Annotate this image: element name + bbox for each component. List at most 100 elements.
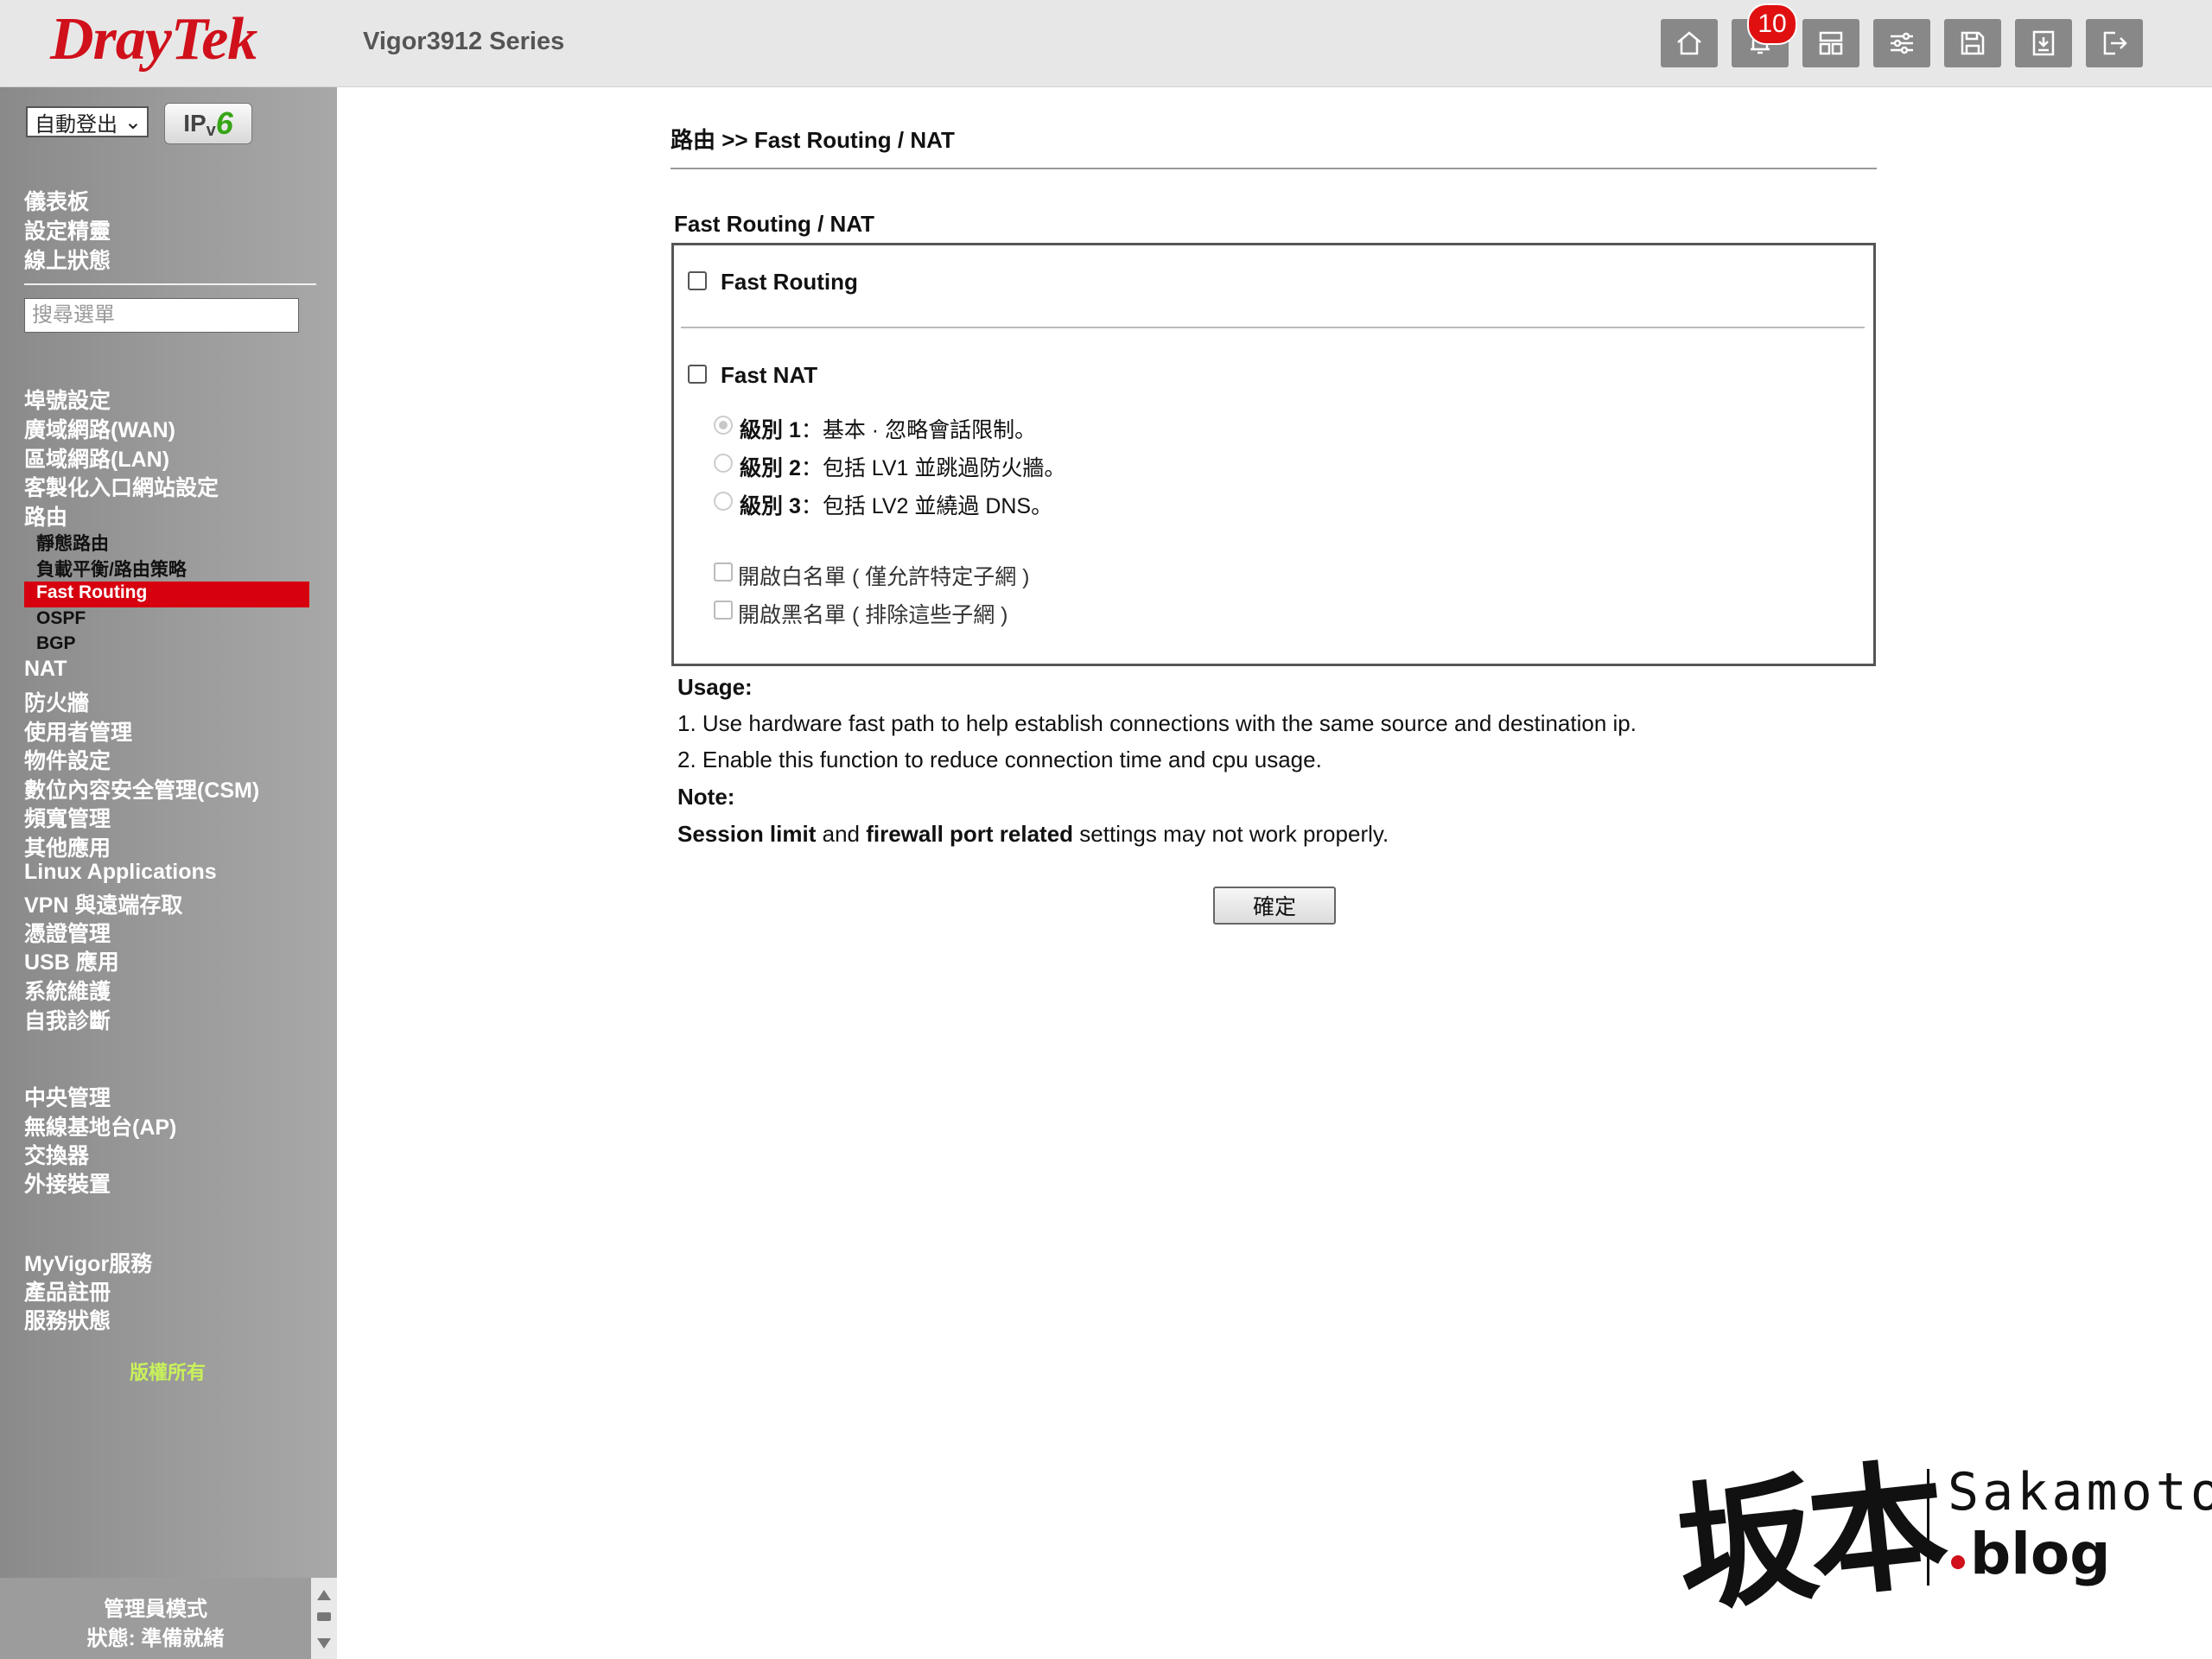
watermark-name: Sakamoto (1948, 1462, 2212, 1522)
sidebar-item-bandwidth[interactable]: 頻寬管理 (24, 802, 111, 833)
sidebar-item-applications[interactable]: 其他應用 (24, 831, 111, 862)
menu-search-input[interactable]: 搜尋選單 (24, 298, 299, 333)
draytek-logo[interactable]: DrayTek (50, 5, 257, 74)
sidebar-item-lan[interactable]: 區域網路(LAN) (24, 442, 169, 474)
sidebar-scrollbar[interactable] (311, 1578, 337, 1659)
sidebar-item-nat[interactable]: NAT (24, 657, 67, 682)
level2-desc: ：包括 LV1 並跳過防火牆。 (800, 456, 1066, 480)
save-button[interactable] (1944, 19, 2001, 67)
level3-radio[interactable] (714, 492, 733, 511)
top-header: DrayTek Vigor3912 Series 10 (0, 0, 2212, 87)
sidebar-footer: 管理員模式 狀態: 準備就緒 (0, 1578, 311, 1659)
level3-desc: ：包括 LV2 並繞過 DNS。 (800, 494, 1053, 518)
sidebar-item-diagnostics[interactable]: 自我診斷 (24, 1004, 111, 1035)
auto-logout-select[interactable]: 自動登出 ⌄ (26, 106, 149, 137)
sidebar-item-vpn[interactable]: VPN 與遠端存取 (24, 888, 182, 919)
settings-button[interactable] (1873, 19, 1930, 67)
model-name: Vigor3912 Series (363, 28, 565, 55)
scroll-up-icon[interactable] (317, 1590, 331, 1600)
sidebar-item-routing[interactable]: 路由 (24, 500, 67, 531)
copyright-link[interactable]: 版權所有 (130, 1357, 206, 1385)
fast-routing-checkbox[interactable] (688, 271, 707, 290)
backup-icon (2032, 30, 2055, 56)
note-text-2: settings may not work properly. (1073, 821, 1389, 847)
sidebar-item-online-status[interactable]: 線上狀態 (24, 244, 111, 275)
sidebar-item-central-mgmt[interactable]: 中央管理 (24, 1081, 111, 1112)
sidebar-item-portal[interactable]: 客製化入口網站設定 (24, 471, 219, 502)
sidebar-item-ap[interactable]: 無線基地台(AP) (24, 1110, 176, 1141)
home-icon (1677, 31, 1701, 55)
note-text-1: and (816, 821, 867, 847)
fast-nat-checkbox[interactable] (688, 365, 707, 384)
sidebar-item-csm[interactable]: 數位內容安全管理(CSM) (24, 773, 259, 804)
level1-desc: ：基本 · 忽略會話限制。 (800, 418, 1037, 442)
sidebar-subitem-load-balance[interactable]: 負載平衡/路由策略 (36, 556, 187, 582)
sidebar-item-wan[interactable]: 廣域網路(WAN) (24, 413, 175, 444)
logout-button[interactable] (2086, 19, 2143, 67)
logout-icon (2103, 31, 2127, 55)
usage-title: Usage: (677, 674, 753, 700)
panel-divider (681, 327, 1865, 328)
backup-button[interactable] (2015, 19, 2072, 67)
ipv6-v: v (206, 120, 216, 140)
scroll-thumb[interactable] (317, 1612, 331, 1621)
note-bold-1: Session limit (677, 821, 817, 847)
breadcrumb-divider (671, 168, 1877, 169)
usage-line-2: 2. Enable this function to reduce connec… (677, 747, 1322, 772)
sidebar-subitem-bgp[interactable]: BGP (36, 633, 76, 654)
level1-radio[interactable] (714, 416, 733, 435)
fast-nat-label: Fast NAT (721, 362, 818, 388)
watermark-blog: blog (1970, 1521, 2111, 1587)
level2-name: 級別 2 (740, 456, 801, 480)
sidebar: 自動登出 ⌄ IP v 6 儀表板 設定精靈 線上狀態 搜尋選單 埠號設定 廣域網路… (0, 87, 337, 1659)
whitelist-checkbox[interactable] (714, 563, 733, 582)
note-bold-2: firewall port related (866, 821, 1074, 847)
sidebar-divider (24, 283, 316, 285)
chevron-down-icon: ⌄ (124, 110, 142, 134)
level2-radio[interactable] (714, 454, 733, 473)
sidebar-item-users[interactable]: 使用者管理 (24, 715, 132, 747)
fast-routing-nat-panel: Fast Routing Fast NAT 級別 1：基本 · 忽略會話限制。 … (671, 243, 1876, 666)
layout-button[interactable] (1802, 19, 1859, 67)
level3-name: 級別 3 (740, 494, 801, 518)
watermark-cjk: 坂本 (1669, 1442, 1948, 1632)
breadcrumb: 路由 >> Fast Routing / NAT (671, 127, 955, 153)
auto-logout-value: 自動登出 (35, 112, 118, 137)
blacklist-label: 開啟黑名單 ( 排除這些子網 ) (738, 603, 1008, 627)
sidebar-item-objects[interactable]: 物件設定 (24, 744, 111, 775)
sidebar-subitem-fast-routing[interactable]: Fast Routing (24, 582, 309, 607)
sidebar-item-port[interactable]: 埠號設定 (24, 384, 111, 415)
notification-badge[interactable]: 10 (1747, 3, 1797, 45)
level3-label: 級別 3：包括 LV2 並繞過 DNS。 (740, 489, 1052, 520)
sidebar-item-linux-apps[interactable]: Linux Applications (24, 860, 217, 885)
note-title: Note: (677, 784, 735, 810)
sidebar-item-certificates[interactable]: 憑證管理 (24, 917, 111, 948)
sidebar-item-firewall[interactable]: 防火牆 (24, 686, 89, 717)
sidebar-item-external-devices[interactable]: 外接裝置 (24, 1167, 111, 1198)
sidebar-item-switch[interactable]: 交換器 (24, 1139, 89, 1170)
ipv6-six: 6 (215, 105, 233, 141)
sidebar-subitem-static-route[interactable]: 靜態路由 (36, 530, 109, 556)
admin-mode-label: 管理員模式 (104, 1598, 207, 1621)
sidebar-item-usb[interactable]: USB 應用 (24, 945, 119, 976)
level2-label: 級別 2：包括 LV1 並跳過防火牆。 (740, 451, 1065, 482)
note-text: Session limit and firewall port related … (677, 821, 1389, 848)
sidebar-item-wizard[interactable]: 設定精靈 (24, 214, 111, 245)
sidebar-item-maintenance[interactable]: 系統維護 (24, 975, 111, 1006)
sidebar-item-service-status[interactable]: 服務狀態 (24, 1304, 111, 1335)
ok-button[interactable]: 確定 (1213, 887, 1336, 925)
ipv6-prefix: IP (183, 110, 207, 137)
ipv6-button[interactable]: IP v 6 (164, 103, 252, 144)
fast-routing-label: Fast Routing (721, 269, 858, 295)
usage-line-1: 1. Use hardware fast path to help establ… (677, 710, 1637, 736)
level1-label: 級別 1：基本 · 忽略會話限制。 (740, 413, 1036, 444)
sidebar-subitem-ospf[interactable]: OSPF (36, 608, 86, 629)
scroll-down-icon[interactable] (317, 1638, 331, 1649)
sidebar-item-registration[interactable]: 產品註冊 (24, 1275, 111, 1306)
watermark-divider (1927, 1469, 1929, 1586)
sidebar-item-myvigor[interactable]: MyVigor服務 (24, 1247, 152, 1278)
sidebar-item-dashboard[interactable]: 儀表板 (24, 185, 89, 216)
home-button[interactable] (1661, 19, 1718, 67)
blacklist-checkbox[interactable] (714, 601, 733, 620)
save-icon (1961, 31, 1985, 55)
